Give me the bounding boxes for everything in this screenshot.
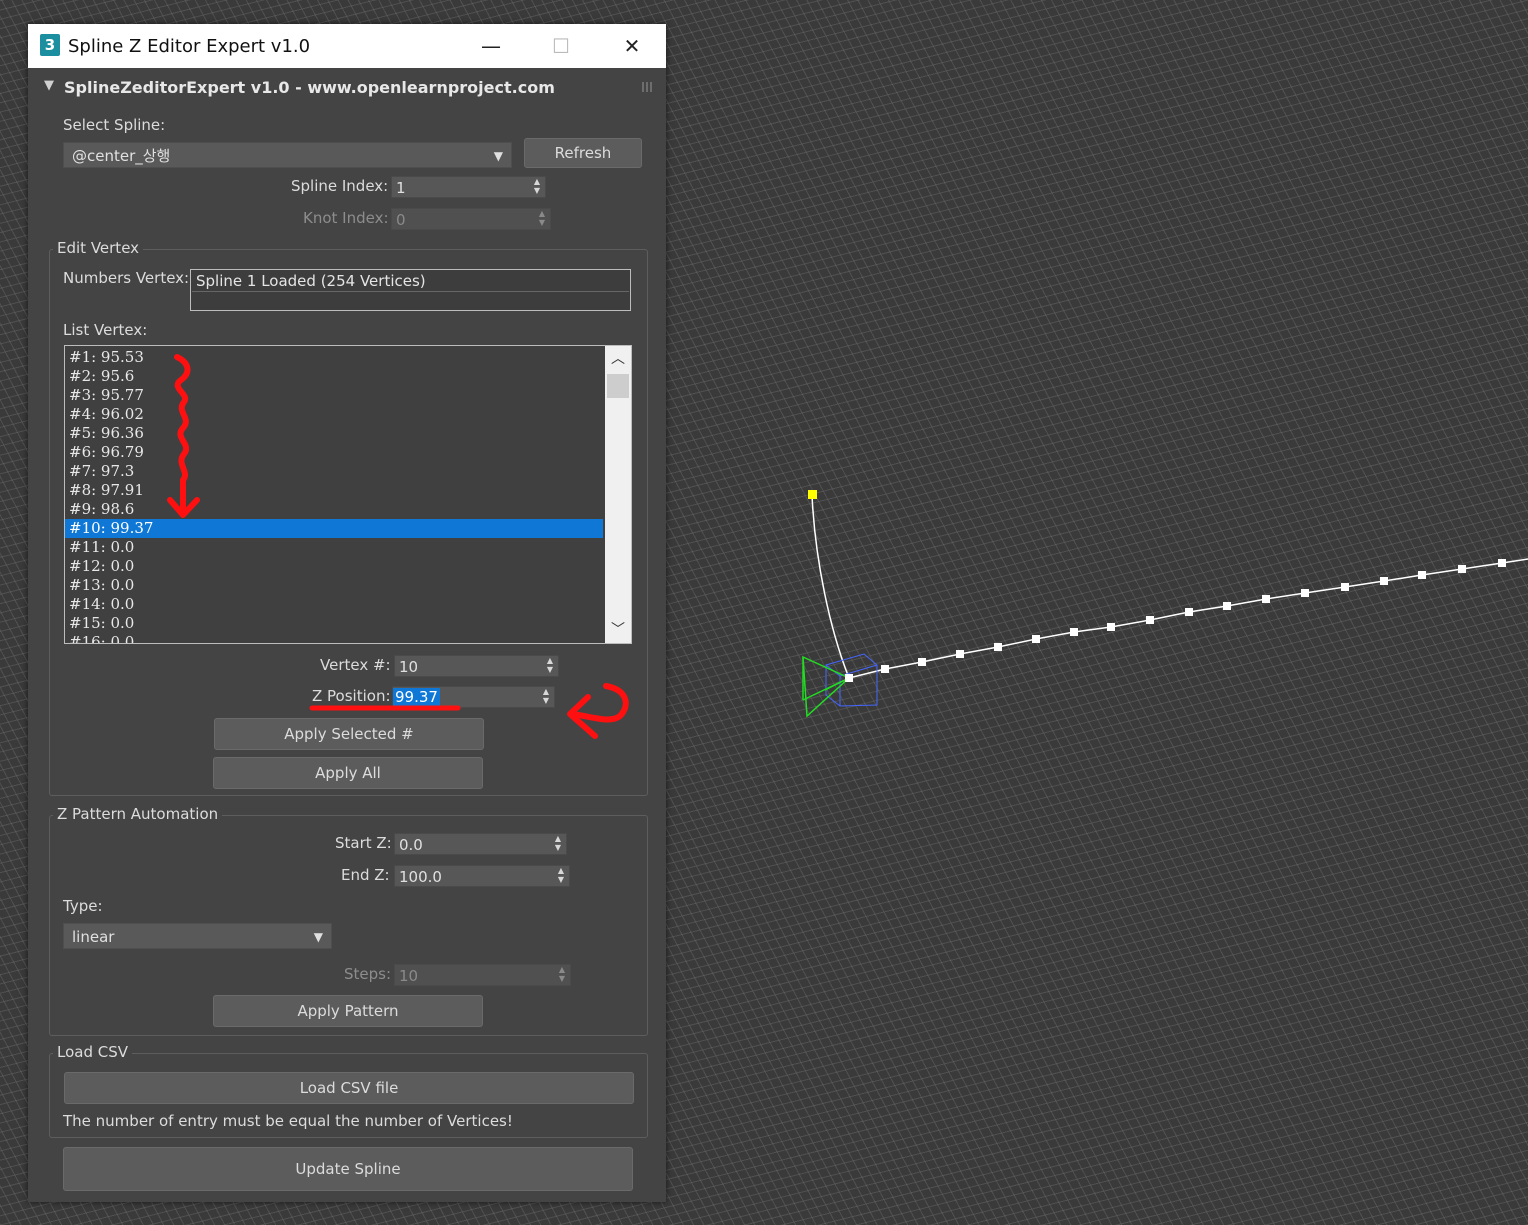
vertex-num-value: 10: [399, 658, 419, 676]
window-titlebar[interactable]: 3 Spline Z Editor Expert v1.0 — ☐ ✕: [28, 24, 666, 68]
vertex-list-item[interactable]: #11: 0.0: [65, 538, 603, 557]
close-button[interactable]: ✕: [616, 32, 648, 60]
scroll-down-icon[interactable]: ﹀: [605, 617, 631, 643]
field-divider: [192, 291, 629, 292]
z-position-spinner[interactable]: 99.37 ▲ ▼: [392, 686, 555, 708]
vertex-list-item[interactable]: #14: 0.0: [65, 595, 603, 614]
maximize-button[interactable]: ☐: [545, 32, 577, 60]
vertex-list-item[interactable]: #9: 98.6: [65, 500, 603, 519]
spline-line: [848, 558, 1528, 679]
rollout-grip-icon[interactable]: [642, 82, 652, 92]
numbers-vertex-field: Spline 1 Loaded (254 Vertices): [190, 269, 631, 311]
apply-pattern-button[interactable]: Apply Pattern: [213, 995, 483, 1027]
spline-dropdown[interactable]: @center_상행 ▼: [63, 142, 512, 168]
update-spline-button[interactable]: Update Spline: [63, 1147, 633, 1191]
type-dropdown[interactable]: linear ▼: [63, 923, 332, 949]
vertex-list-item[interactable]: #6: 96.79: [65, 443, 603, 462]
3dsmax-app-icon: 3: [40, 34, 60, 56]
vertex-list-item[interactable]: #3: 95.77: [65, 386, 603, 405]
start-z-value: 0.0: [399, 836, 423, 854]
edit-vertex-group-title: Edit Vertex: [53, 239, 144, 257]
listbox-scrollbar[interactable]: ︿ ﹀: [605, 346, 631, 643]
spline-index-label: Spline Index:: [291, 177, 389, 195]
vertex-list-item[interactable]: #15: 0.0: [65, 614, 603, 633]
steps-spinner[interactable]: 10 ▲ ▼: [394, 964, 571, 986]
scroll-thumb[interactable]: [607, 374, 629, 398]
start-z-spinner[interactable]: 0.0 ▲ ▼: [394, 833, 567, 855]
load-csv-button[interactable]: Load CSV file: [64, 1072, 634, 1104]
rollout-title: SplineZeditorExpert v1.0 - www.openlearn…: [64, 78, 555, 97]
rollout-header[interactable]: ▼ SplineZeditorExpert v1.0 - www.openlea…: [36, 76, 658, 104]
spline-index-spinner[interactable]: 1 ▲ ▼: [391, 176, 546, 198]
type-label: Type:: [63, 897, 103, 915]
type-dropdown-value: linear: [72, 928, 115, 946]
end-z-value: 100.0: [399, 868, 442, 886]
load-csv-note: The number of entry must be equal the nu…: [63, 1112, 513, 1130]
spline-editor-window[interactable]: 3 Spline Z Editor Expert v1.0 — ☐ ✕ ▼ Sp…: [28, 24, 666, 1202]
first-vertex-marker[interactable]: [808, 490, 817, 499]
spinner-arrows-icon[interactable]: ▲ ▼: [541, 687, 551, 707]
vertex-list-item[interactable]: #1: 95.53: [65, 348, 603, 367]
numbers-vertex-value: Spline 1 Loaded (254 Vertices): [196, 272, 426, 290]
spline-index-value: 1: [396, 179, 406, 197]
knot-index-value: 0: [396, 211, 406, 229]
start-z-label: Start Z:: [335, 834, 392, 852]
spinner-arrows-icon[interactable]: ▲ ▼: [545, 656, 555, 676]
vertex-listbox[interactable]: #1: 95.53 #2: 95.6 #3: 95.77 #4: 96.02 #5: 9…: [64, 345, 632, 644]
vertex-list-item[interactable]: #2: 95.6: [65, 367, 603, 386]
select-spline-label: Select Spline:: [63, 116, 166, 134]
refresh-button[interactable]: Refresh: [524, 138, 642, 168]
vertex-list-item[interactable]: #10: 99.37: [65, 519, 603, 538]
dropdown-arrow-icon: ▼: [313, 930, 323, 944]
dropdown-arrow-icon: ▼: [493, 149, 503, 163]
vertex-num-label: Vertex #:: [320, 656, 391, 674]
steps-label: Steps:: [344, 965, 392, 983]
apply-selected-button[interactable]: Apply Selected #: [214, 718, 484, 750]
knot-index-label: Knot Index:: [303, 209, 389, 227]
spinner-arrows-icon[interactable]: ▲ ▼: [553, 834, 563, 854]
end-z-label: End Z:: [341, 866, 390, 884]
camera-gizmo[interactable]: [802, 653, 878, 718]
vertex-list-item[interactable]: #8: 97.91: [65, 481, 603, 500]
z-position-value[interactable]: 99.37: [393, 688, 440, 706]
scroll-up-icon[interactable]: ︿: [605, 346, 631, 372]
z-position-label: Z Position:: [312, 687, 391, 705]
load-csv-group-title: Load CSV: [53, 1043, 133, 1061]
numbers-vertex-label: Numbers Vertex:: [63, 269, 190, 287]
list-vertex-label: List Vertex:: [63, 321, 148, 339]
steps-value: 10: [399, 967, 419, 985]
window-title: Spline Z Editor Expert v1.0: [68, 36, 311, 57]
spline-dropdown-value: @center_상행: [72, 147, 171, 165]
vertex-list-item[interactable]: #7: 97.3: [65, 462, 603, 481]
rollout-collapse-icon[interactable]: ▼: [44, 78, 54, 93]
end-z-spinner[interactable]: 100.0 ▲ ▼: [394, 865, 570, 887]
vertex-list-item[interactable]: #12: 0.0: [65, 557, 603, 576]
knot-index-spinner[interactable]: 0 ▲ ▼: [391, 208, 551, 230]
spinner-arrows-icon[interactable]: ▲ ▼: [537, 209, 547, 229]
vertex-num-spinner[interactable]: 10 ▲ ▼: [394, 655, 559, 677]
minimize-button[interactable]: —: [475, 32, 507, 60]
vertex-list-item[interactable]: #16: 0.0: [65, 633, 603, 643]
apply-all-button[interactable]: Apply All: [213, 757, 483, 789]
spline-curve: [811, 494, 850, 679]
vertex-list-item[interactable]: #5: 96.36: [65, 424, 603, 443]
spinner-arrows-icon[interactable]: ▲ ▼: [532, 177, 542, 197]
vertex-list-item[interactable]: #4: 96.02: [65, 405, 603, 424]
z-pattern-group-title: Z Pattern Automation: [53, 805, 223, 823]
spinner-arrows-icon[interactable]: ▲ ▼: [557, 965, 567, 985]
spinner-arrows-icon[interactable]: ▲ ▼: [556, 866, 566, 886]
vertex-list-item[interactable]: #13: 0.0: [65, 576, 603, 595]
